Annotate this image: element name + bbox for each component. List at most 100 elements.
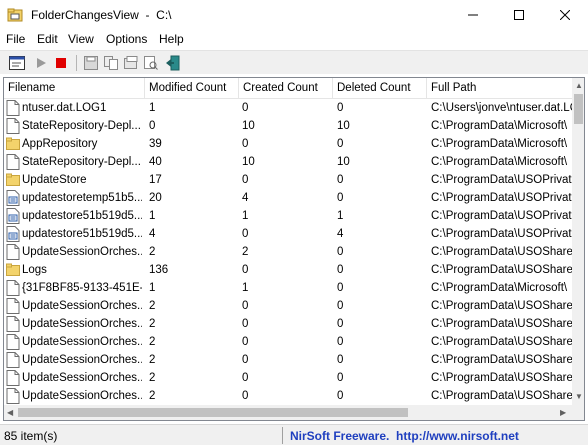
- created-count-cell: 10: [242, 156, 255, 168]
- xml-file-icon: [6, 208, 20, 224]
- deleted-count-cell: 0: [337, 336, 344, 348]
- html-report-button[interactable]: [122, 54, 140, 72]
- created-count-cell: 0: [242, 318, 249, 330]
- save-button[interactable]: [82, 54, 100, 72]
- table-row[interactable]: ntuser.dat.LOG1 1 0 0 C:\Users\jonve\ntuser.…: [4, 99, 572, 117]
- menu-options[interactable]: Options: [106, 32, 147, 46]
- created-count-cell: 0: [242, 174, 249, 186]
- nirsoft-link[interactable]: NirSoft Freeware. http://www.nirsoft.net: [290, 429, 519, 443]
- toolbar-separator: [76, 55, 77, 71]
- column-filename[interactable]: Filename: [4, 78, 145, 99]
- file-icon: [6, 118, 20, 134]
- created-count-cell: 0: [242, 372, 249, 384]
- created-count-cell: 0: [242, 138, 249, 150]
- table-row[interactable]: AppRepository 39 0 0 C:\ProgramData\Microsof…: [4, 135, 572, 153]
- deleted-count-cell: 0: [337, 138, 344, 150]
- changes-list[interactable]: Filename Modified Count Created Count De…: [3, 77, 585, 421]
- modified-count-cell: 1: [149, 282, 156, 294]
- filename-cell: UpdateSessionOrches...: [22, 390, 142, 402]
- stop-icon: [56, 58, 66, 68]
- copy-button[interactable]: [102, 54, 120, 72]
- table-row[interactable]: updatestore51b519d5... 4 0 4 C:\ProgramData\…: [4, 225, 572, 243]
- exit-button[interactable]: [164, 54, 182, 72]
- table-row[interactable]: UpdateSessionOrches... 2 2 0 C:\ProgramData\…: [4, 243, 572, 261]
- full-path-cell: C:\ProgramData\Microsoft\: [431, 282, 568, 294]
- table-row[interactable]: updatestoretemp51b5... 20 4 0 C:\ProgramData…: [4, 189, 572, 207]
- menu-edit[interactable]: Edit: [37, 32, 58, 46]
- menu-help[interactable]: Help: [159, 32, 184, 46]
- scroll-down-icon[interactable]: ▼: [575, 392, 583, 402]
- column-deleted-count[interactable]: Deleted Count: [333, 78, 427, 99]
- modified-count-cell: 2: [149, 372, 156, 384]
- file-icon: [6, 352, 20, 368]
- deleted-count-cell: 0: [337, 318, 344, 330]
- horizontal-scroll-thumb[interactable]: [18, 408, 408, 417]
- file-icon: [6, 334, 20, 350]
- item-count: 85 item(s): [4, 429, 58, 443]
- table-row[interactable]: UpdateSessionOrches... 2 0 0 C:\ProgramData\…: [4, 351, 572, 369]
- created-count-cell: 10: [242, 120, 255, 132]
- modified-count-cell: 40: [149, 156, 162, 168]
- folder-icon: [6, 172, 20, 188]
- filename-cell: UpdateStore: [22, 174, 87, 186]
- created-count-cell: 0: [242, 102, 249, 114]
- find-button[interactable]: [142, 54, 160, 72]
- vertical-scrollbar[interactable]: ▲ ▼: [572, 78, 584, 405]
- menu-bar: File Edit View Options Help: [0, 30, 588, 50]
- scroll-left-icon[interactable]: ◀: [7, 408, 13, 418]
- table-row[interactable]: UpdateSessionOrches... 2 0 0 C:\ProgramData\…: [4, 387, 572, 405]
- table-row[interactable]: Logs 136 0 0 C:\ProgramData\USOShared: [4, 261, 572, 279]
- table-row[interactable]: UpdateSessionOrches... 2 0 0 C:\ProgramData\…: [4, 333, 572, 351]
- filename-cell: UpdateSessionOrches...: [22, 354, 142, 366]
- column-created-count[interactable]: Created Count: [239, 78, 333, 99]
- scroll-up-icon[interactable]: ▲: [575, 81, 583, 91]
- modified-count-cell: 2: [149, 336, 156, 348]
- play-icon: [37, 58, 46, 68]
- toolbar: [0, 50, 588, 74]
- full-path-cell: C:\ProgramData\USOPrivate: [431, 174, 572, 186]
- table-row[interactable]: {31F8BF85-9133-451E-... 1 1 0 C:\ProgramData…: [4, 279, 572, 297]
- maximize-button[interactable]: [496, 0, 542, 30]
- xml-file-icon: [6, 226, 20, 242]
- created-count-cell: 0: [242, 300, 249, 312]
- menu-view[interactable]: View: [68, 32, 94, 46]
- full-path-cell: C:\ProgramData\Microsoft\: [431, 138, 568, 150]
- table-row[interactable]: UpdateSessionOrches... 2 0 0 C:\ProgramData\…: [4, 369, 572, 387]
- scrollbar-corner: [572, 405, 584, 420]
- modified-count-cell: 1: [149, 102, 156, 114]
- deleted-count-cell: 10: [337, 120, 350, 132]
- table-row[interactable]: UpdateSessionOrches... 2 0 0 C:\ProgramData\…: [4, 297, 572, 315]
- status-divider: [282, 427, 283, 444]
- folder-icon: [6, 262, 20, 278]
- file-icon: [6, 388, 20, 404]
- table-row[interactable]: UpdateSessionOrches... 2 0 0 C:\ProgramData\…: [4, 315, 572, 333]
- exit-icon: [166, 55, 180, 71]
- file-icon: [6, 370, 20, 386]
- close-button[interactable]: [542, 0, 588, 30]
- properties-button[interactable]: [8, 54, 26, 72]
- menu-file[interactable]: File: [6, 32, 25, 46]
- horizontal-scrollbar[interactable]: ◀ ▶: [4, 405, 572, 420]
- properties-icon: [9, 56, 25, 70]
- stop-button[interactable]: [52, 54, 70, 72]
- find-icon: [144, 56, 158, 70]
- table-row[interactable]: UpdateStore 17 0 0 C:\ProgramData\USOPrivate: [4, 171, 572, 189]
- folder-icon: [6, 136, 20, 152]
- deleted-count-cell: 0: [337, 354, 344, 366]
- vertical-scroll-thumb[interactable]: [574, 94, 583, 124]
- table-row[interactable]: updatestore51b519d5... 1 1 1 C:\ProgramData\…: [4, 207, 572, 225]
- start-button[interactable]: [32, 54, 50, 72]
- table-row[interactable]: StateRepository-Depl... 40 10 10 C:\ProgramD…: [4, 153, 572, 171]
- full-path-cell: C:\ProgramData\USOPrivate: [431, 210, 572, 222]
- column-modified-count[interactable]: Modified Count: [145, 78, 239, 99]
- table-row[interactable]: StateRepository-Depl... 0 10 10 C:\ProgramDa…: [4, 117, 572, 135]
- column-full-path[interactable]: Full Path: [427, 78, 576, 99]
- xml-file-icon: [6, 190, 20, 206]
- scroll-right-icon[interactable]: ▶: [560, 408, 566, 418]
- full-path-cell: C:\ProgramData\USOShared: [431, 264, 572, 276]
- file-icon: [6, 244, 20, 260]
- minimize-button[interactable]: [450, 0, 496, 30]
- modified-count-cell: 2: [149, 318, 156, 330]
- deleted-count-cell: 0: [337, 264, 344, 276]
- filename-cell: ntuser.dat.LOG1: [22, 102, 107, 114]
